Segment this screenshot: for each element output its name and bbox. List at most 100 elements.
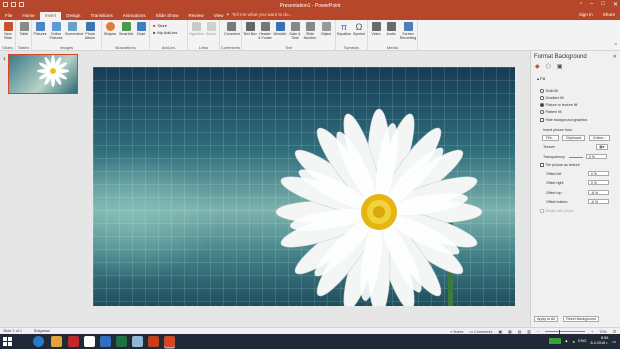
online-button[interactable]: Online... <box>589 135 610 141</box>
group-label: Media <box>387 45 398 50</box>
sign-in-link[interactable]: Sign in <box>579 12 593 17</box>
language-indicator[interactable]: Bulgarian <box>34 329 50 333</box>
fill-section-header[interactable]: ▴ Fill <box>537 76 545 81</box>
clock[interactable]: 8:56 8.4.2016 r. <box>590 336 608 346</box>
picture-fill-option[interactable]: Picture or texture fill <box>540 103 577 107</box>
share-button[interactable]: Share <box>603 12 615 17</box>
minimize-button[interactable]: – <box>590 1 593 8</box>
collapse-ribbon-icon[interactable]: ^ <box>615 43 617 49</box>
slide-count: Slide 1 of 1 <box>3 329 22 333</box>
screen-recording-button[interactable]: Screen Recording <box>399 22 417 40</box>
file-explorer-icon[interactable] <box>51 336 62 347</box>
store-icon: ■ <box>153 23 156 28</box>
app-icon[interactable] <box>132 336 143 347</box>
tab-transitions[interactable]: Transitions <box>85 12 117 20</box>
pattern-fill-option[interactable]: Pattern fill <box>540 110 561 114</box>
transparency-slider[interactable] <box>569 157 583 158</box>
screenshot-button[interactable]: Screenshot <box>65 22 83 36</box>
texture-dropdown[interactable]: ▦▾ <box>596 144 608 150</box>
close-pane-icon[interactable]: ✕ <box>613 54 617 60</box>
slide-number-button[interactable]: Slide Number <box>303 22 317 40</box>
tab-file[interactable]: File <box>0 12 17 20</box>
zoom-level[interactable]: 70% <box>599 330 607 334</box>
table-button[interactable]: Table <box>17 22 31 36</box>
powerpoint-small-icon[interactable] <box>148 336 159 347</box>
notes-button[interactable]: ≡ Notes <box>450 330 463 334</box>
excel-icon[interactable] <box>116 336 127 347</box>
offset-top-label: Offset top <box>546 191 562 195</box>
hyperlink-button[interactable]: Hyperlink <box>189 22 204 36</box>
reset-background-button[interactable]: Reset Background <box>563 316 599 322</box>
offset-left-spinner[interactable]: 0 % <box>588 171 609 176</box>
ribbon-display-icon[interactable]: ▫ <box>580 1 582 8</box>
tab-home[interactable]: Home <box>17 12 39 20</box>
network-icon[interactable]: ▲ <box>565 339 569 343</box>
fill-bucket-icon[interactable]: ◆ <box>535 63 540 70</box>
apply-to-all-button[interactable]: Apply to All <box>534 316 558 322</box>
group-label: Text <box>284 45 293 50</box>
zoom-in-icon[interactable]: + <box>591 330 593 334</box>
chart-button[interactable]: Chart <box>134 22 148 36</box>
offset-right-spinner[interactable]: 0 % <box>588 180 609 185</box>
status-bar: Slide 1 of 1 Bulgarian ≡ Notes ▭ Comment… <box>0 327 620 334</box>
zoom-out-icon[interactable]: − <box>537 330 539 334</box>
slide-number: 1 <box>3 56 6 61</box>
photo-album-button[interactable]: Photo Album <box>83 22 97 40</box>
close-button[interactable]: ✕ <box>613 1 618 8</box>
store-button[interactable]: ■ Store <box>153 23 167 28</box>
audio-button[interactable]: Audio <box>384 22 398 36</box>
equation-button[interactable]: π Equation <box>337 22 351 36</box>
tile-picture-checkbox[interactable]: Tile picture as texture <box>540 163 580 167</box>
offset-top-spinner[interactable]: -6 % <box>588 190 609 195</box>
zoom-slider[interactable] <box>544 329 585 334</box>
symbol-button[interactable]: Ω Symbol <box>352 22 366 36</box>
object-button[interactable]: Object <box>319 22 333 36</box>
tab-slide-show[interactable]: Slide Show <box>151 12 184 20</box>
date-time-button[interactable]: Date & Time <box>288 22 302 40</box>
action-button[interactable]: Action <box>204 22 218 36</box>
solid-fill-option[interactable]: Solid fill <box>540 89 558 93</box>
tell-me-box[interactable]: ✦ Tell me what you want to do... <box>226 12 292 18</box>
online-pictures-button[interactable]: Online Pictures <box>49 22 63 40</box>
transparency-spinner[interactable]: 0 % <box>586 154 607 159</box>
offset-bottom-spinner[interactable]: -6 % <box>588 199 609 204</box>
text-box-button[interactable]: Text Box <box>243 22 257 36</box>
powerpoint-icon[interactable] <box>164 336 175 347</box>
group-label: Tables <box>17 45 30 50</box>
effects-icon[interactable]: ⬠ <box>546 63 551 70</box>
chrome-icon[interactable] <box>33 336 44 347</box>
tab-animations[interactable]: Animations <box>118 12 151 20</box>
wordart-button[interactable]: WordArt <box>273 22 287 36</box>
document-icon[interactable] <box>84 336 95 347</box>
new-slide-button[interactable]: New Slide <box>1 22 15 40</box>
volume-icon[interactable]: ◂ <box>572 339 574 344</box>
slide-thumbnail[interactable] <box>8 54 78 94</box>
slide-editing-area <box>84 51 530 327</box>
video-button[interactable]: Video <box>369 22 383 36</box>
rotate-with-shape-checkbox[interactable]: Rotate with shape <box>540 209 574 213</box>
picture-icon[interactable]: ▣ <box>557 63 563 70</box>
tab-design[interactable]: Design <box>61 12 85 20</box>
tab-review[interactable]: Review <box>184 12 209 20</box>
group-illustrations: Shapes SmartArt Chart Illustrations <box>102 20 150 51</box>
start-button[interactable] <box>3 337 12 346</box>
notifications-icon[interactable]: ▭ <box>612 339 616 344</box>
shapes-button[interactable]: Shapes <box>103 22 117 36</box>
pictures-button[interactable]: Pictures <box>33 22 47 36</box>
my-add-ins-button[interactable]: ■ My Add-ins <box>153 30 177 35</box>
tab-insert[interactable]: Insert <box>39 12 62 20</box>
clipboard-button[interactable]: Clipboard <box>562 135 585 141</box>
hide-graphics-checkbox[interactable]: Hide background graphics <box>540 118 587 122</box>
comment-button[interactable]: Comment <box>224 22 240 36</box>
battery-icon[interactable] <box>548 338 561 344</box>
file-button[interactable]: File... <box>542 135 559 141</box>
smartart-button[interactable]: SmartArt <box>119 22 133 36</box>
slide-canvas[interactable] <box>93 67 515 306</box>
header-footer-button[interactable]: Header & Footer <box>258 22 272 40</box>
word-icon[interactable] <box>100 336 111 347</box>
acrobat-icon[interactable] <box>68 336 79 347</box>
gradient-fill-option[interactable]: Gradient fill <box>540 96 564 100</box>
maximize-button[interactable]: □ <box>601 1 605 8</box>
keyboard-language[interactable]: ENG <box>578 339 586 343</box>
ribbon-tabs: File Home Insert Design Transitions Anim… <box>0 11 620 20</box>
